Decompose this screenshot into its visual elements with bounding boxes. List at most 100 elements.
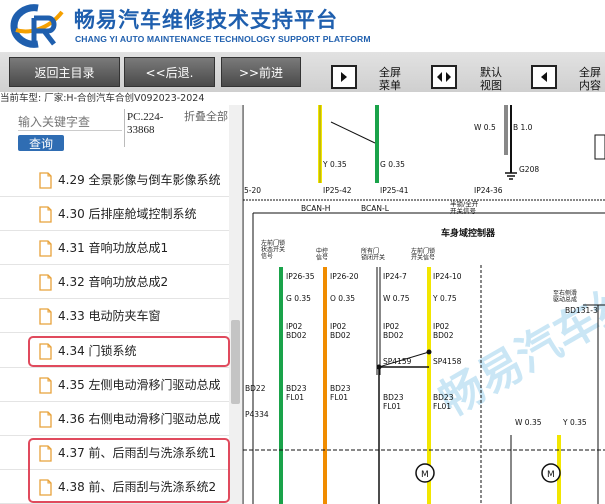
fullscreen-content-button[interactable]	[531, 65, 557, 89]
fullscreen-content-label: 全屏 内容	[579, 66, 601, 92]
connector-label: BD02	[433, 331, 454, 340]
signal-label: 至右侧滑驱动总成	[553, 289, 577, 304]
connector-label: BD02	[330, 331, 351, 340]
connector-label: IP02	[286, 322, 303, 331]
connector-label: FL01	[330, 393, 348, 402]
document-icon	[39, 376, 52, 394]
splice-label: SP4159	[383, 357, 412, 366]
wire-label: O 0.35	[330, 294, 355, 303]
tree-item-label: 4.32 音响功放总成2	[58, 275, 169, 290]
pin-label: IP25-41	[380, 186, 409, 195]
chang-yi-logo	[10, 4, 64, 48]
back-button[interactable]: <<后退.	[124, 57, 215, 87]
connector-label: BD23	[286, 384, 307, 393]
platform-subtitle: CHANG YI AUTO MAINTENANCE TECHNOLOGY SUP…	[75, 34, 371, 44]
diagram-watermark: 畅易汽车维	[431, 272, 605, 426]
scrollbar-thumb[interactable]	[231, 320, 240, 404]
pin-label: IP26-20	[330, 272, 359, 281]
tree-item[interactable]: 4.31 音响功放总成1	[0, 231, 229, 266]
document-icon	[39, 172, 52, 189]
sidebar-scrollbar[interactable]	[229, 105, 242, 504]
highlight-box	[28, 437, 230, 503]
arrow-left-icon	[541, 72, 547, 82]
document-icon	[39, 274, 52, 291]
tree-item[interactable]: 4.36 右侧电动滑移门驱动总成	[0, 402, 229, 436]
tree-item-label: 4.35 左侧电动滑移门驱动总成	[58, 377, 221, 392]
splice-label: SP4158	[433, 357, 462, 366]
pin-label: IP24-7	[383, 272, 407, 281]
search-button[interactable]: 查询	[18, 135, 64, 151]
fullscreen-menu-button[interactable]	[331, 65, 357, 89]
connector-label: BD23	[433, 393, 454, 402]
wire-label: G 0.35	[286, 294, 311, 303]
signal-label: BCAN-H	[301, 204, 330, 213]
motor-label: M	[547, 470, 555, 480]
search-input[interactable]	[18, 113, 122, 131]
ground-label: G208	[519, 165, 539, 174]
back-to-main-button[interactable]: 返回主目录	[9, 57, 120, 87]
wire-label: Y 0.75	[432, 294, 457, 303]
wire-label: Y 0.35	[562, 418, 587, 427]
connector-label: FL01	[433, 402, 451, 411]
platform-title: 畅易汽车维修技术支持平台	[74, 8, 338, 32]
pin-label: IP24-36	[474, 186, 503, 195]
connector-label: BD23	[330, 384, 351, 393]
tree-item-label: 4.33 电动防夹车窗	[58, 309, 161, 324]
document-icon	[39, 411, 52, 428]
wire-label: W 0.35	[515, 418, 542, 427]
pin-label: IP25-42	[323, 186, 352, 195]
wire-label: Y 0.35	[322, 160, 347, 169]
connector-box	[594, 134, 605, 160]
bcm-title: 车身域控制器	[441, 227, 496, 239]
forward-button[interactable]: >>前进	[221, 57, 301, 87]
wire-label: W 0.5	[474, 123, 496, 132]
document-icon	[39, 206, 52, 223]
app-header: 畅易汽车维修技术支持平台 CHANG YI AUTO MAINTENANCE T…	[0, 0, 605, 52]
wiring-diagram[interactable]: 畅易汽车维 Y 0.35 G 0.35 W 0.5 B 1.0 G208 IP2…	[243, 105, 605, 504]
tree-item-label: 4.30 后排座舱域控制系统	[58, 207, 197, 222]
connector-label: FL01	[383, 402, 401, 411]
connector-label: P4334	[245, 410, 269, 419]
catalog-sidebar: 查询 PC.224-33868 折叠全部 4.29 全景影像与倒车影像系统 4.3…	[0, 105, 243, 504]
toolbar: 返回主目录 <<后退. >>前进 全屏 菜单 默认 视图 全屏 内容	[0, 52, 605, 92]
tree-item[interactable]: 4.29 全景影像与倒车影像系统	[0, 163, 229, 197]
connector-label: BD23	[383, 393, 404, 402]
arrow-right-icon	[341, 72, 347, 82]
connector-label: IP02	[330, 322, 347, 331]
current-model-status: 当前车型: 厂家:H-合创汽车合创V092023-2024	[0, 92, 605, 105]
tree-item[interactable]: 4.33 电动防夹车窗	[0, 299, 229, 334]
fullscreen-menu-label: 全屏 菜单	[379, 66, 401, 92]
twist-line	[330, 121, 376, 144]
signal-label: 中控信号	[316, 247, 328, 262]
connector-label: BD22	[245, 384, 266, 393]
document-icon	[39, 308, 52, 326]
connector-label: BD02	[286, 331, 307, 340]
tree-item-label: 4.36 右侧电动滑移门驱动总成	[58, 411, 221, 426]
pin-label: IP24-10	[433, 272, 462, 281]
wire-label: W 0.75	[383, 294, 410, 303]
wire-label: G 0.35	[380, 160, 405, 169]
document-icon	[39, 240, 52, 257]
signal-label: 半锁/全开开关信号	[450, 199, 479, 215]
connector-label: BD131-3	[565, 306, 598, 315]
tree-item[interactable]: 4.32 音响功放总成2	[0, 265, 229, 300]
signal-label: 左前门锁状态开关信号	[261, 239, 285, 260]
connector-label: BD02	[383, 331, 404, 340]
tree-item[interactable]: 4.30 后排座舱域控制系统	[0, 197, 229, 232]
default-view-label: 默认 视图	[480, 66, 502, 92]
pin-label: 5-20	[244, 186, 261, 195]
wire-label: B 1.0	[513, 123, 533, 132]
tree-item-label: 4.29 全景影像与倒车影像系统	[58, 173, 221, 187]
divider	[124, 109, 125, 147]
split-arrows-icon	[437, 72, 451, 82]
signal-label: 左前门锁开关信号	[411, 247, 435, 262]
connector-label: FL01	[286, 393, 304, 402]
connector-label: IP02	[433, 322, 450, 331]
signal-label: 所有门锁闭开关	[361, 247, 385, 262]
model-code: PC.224-33868	[127, 111, 164, 136]
tree-item[interactable]: 4.35 左侧电动滑移门驱动总成	[0, 368, 229, 402]
motor-label: M	[421, 470, 429, 480]
connector-label: IP02	[383, 322, 400, 331]
collapse-all-link[interactable]: 折叠全部	[184, 111, 230, 123]
default-view-button[interactable]	[431, 65, 457, 89]
